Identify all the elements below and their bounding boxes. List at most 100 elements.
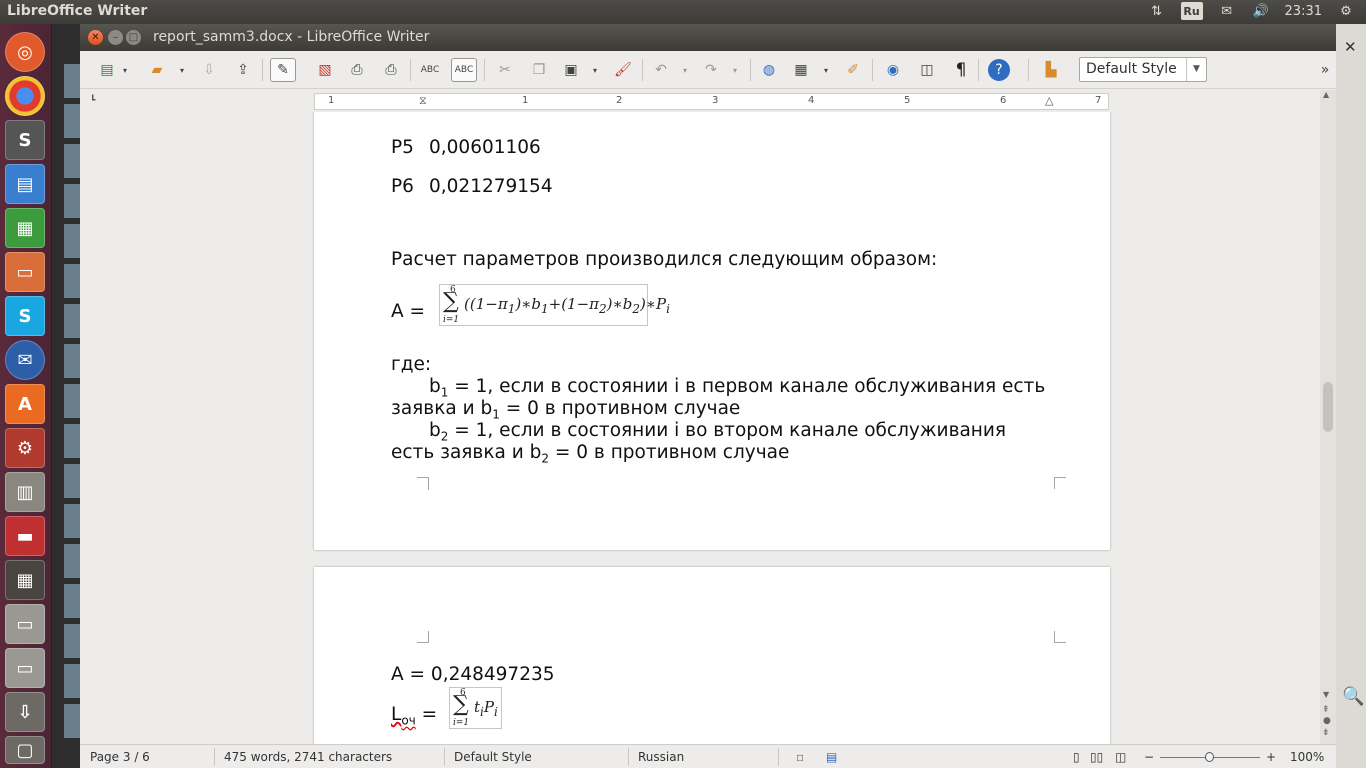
previous-page-icon[interactable]: ⇞: [1322, 705, 1330, 715]
save-icon[interactable]: ⇩: [196, 58, 222, 82]
toolbar-separator: [750, 59, 751, 81]
search-icon[interactable]: 🔍: [1342, 686, 1364, 707]
impress-icon[interactable]: ▭: [5, 252, 45, 292]
paste-icon[interactable]: ▣: [558, 58, 584, 82]
network-icon[interactable]: ⇅: [1147, 2, 1167, 20]
right-indent-marker-icon[interactable]: △: [1045, 94, 1053, 107]
sublime-text-icon[interactable]: S: [5, 120, 45, 160]
draw-functions-icon[interactable]: ✐: [840, 58, 866, 82]
scroll-up-icon[interactable]: ▲: [1323, 90, 1329, 99]
formula-a-object[interactable]: 6 ∑ i=1 ((1−π1)∗b1+(1−π2)∗b2)∗Pi: [439, 284, 670, 326]
styles-formatting-icon[interactable]: ▙: [1038, 58, 1064, 82]
status-bar: Page 3 / 6 475 words, 2741 characters De…: [80, 744, 1336, 768]
navigate-icon[interactable]: ●: [1323, 716, 1331, 726]
new-dropdown-arrow[interactable]: ▾: [123, 66, 127, 75]
a-result: A = 0,248497235: [391, 664, 555, 685]
indent-marker-icon[interactable]: ⧖: [419, 94, 427, 108]
gallery-icon[interactable]: ◫: [914, 58, 940, 82]
volume-icon[interactable]: 🔊: [1251, 2, 1271, 20]
open-dropdown-arrow[interactable]: ▾: [180, 66, 184, 75]
cut-icon[interactable]: ✂: [492, 58, 518, 82]
writer-icon[interactable]: ▤: [5, 164, 45, 204]
table-dropdown-arrow[interactable]: ▾: [824, 66, 828, 75]
drive-2-icon[interactable]: ▭: [5, 648, 45, 688]
export-pdf-icon[interactable]: ▧: [312, 58, 338, 82]
word-count[interactable]: 475 words, 2741 characters: [224, 750, 392, 764]
maximize-window-button[interactable]: □: [126, 30, 141, 45]
window-titlebar[interactable]: ✕ – □ report_samm3.docx - LibreOffice Wr…: [80, 24, 1366, 51]
clone-formatting-icon[interactable]: 🖌: [610, 58, 636, 82]
auto-spellcheck-icon[interactable]: ABC: [451, 58, 477, 82]
text-language[interactable]: Russian: [638, 750, 684, 764]
keyboard-layout-indicator[interactable]: Ru: [1180, 2, 1203, 20]
formatting-marks-icon[interactable]: ¶: [948, 58, 974, 82]
paste-dropdown-arrow[interactable]: ▾: [593, 66, 597, 75]
hyperlink-icon[interactable]: ◍: [756, 58, 782, 82]
page-style[interactable]: Default Style: [454, 750, 532, 764]
chrome-icon[interactable]: [5, 76, 45, 116]
launcher: ◎ S ▤ ▦ ▭ S ✉ A ⚙ ▥ ▬ ▦ ▭ ▭ ⇩ ▢: [0, 24, 52, 768]
vertical-scrollbar[interactable]: ▲ ▼ ⇞ ● ⇟: [1320, 90, 1336, 744]
next-page-icon[interactable]: ⇟: [1322, 728, 1330, 738]
redo-icon[interactable]: ↷: [698, 58, 724, 82]
document-page[interactable]: A = 0,248497235 Lоч = 6 ∑ i=1 tiPi: [314, 567, 1110, 744]
trash-icon[interactable]: ▢: [5, 736, 45, 764]
toolbar-overflow-icon[interactable]: »: [1312, 58, 1338, 82]
zoom-out-icon[interactable]: −: [1144, 750, 1154, 764]
single-page-view-icon[interactable]: ▯: [1073, 750, 1080, 764]
software-center-icon[interactable]: A: [5, 384, 45, 424]
thumbnail: [64, 304, 80, 338]
minimize-window-button[interactable]: –: [108, 30, 123, 45]
redo-dropdown-arrow[interactable]: ▾: [733, 66, 737, 75]
drive-icon[interactable]: ▭: [5, 604, 45, 644]
new-document-icon[interactable]: ▤: [94, 58, 120, 82]
insert-mode-icon[interactable]: ▫: [796, 750, 804, 764]
multi-page-view-icon[interactable]: ▯▯: [1090, 750, 1103, 764]
paragraph-style-dropdown[interactable]: Default Style ▼: [1079, 57, 1207, 82]
document-page[interactable]: P5 0,00601106 P6 0,021279154 Расчет пара…: [314, 112, 1110, 550]
navigator-icon[interactable]: ◉: [880, 58, 906, 82]
close-window-button[interactable]: ✕: [88, 30, 103, 45]
scrollbar-thumb[interactable]: [1323, 382, 1333, 432]
skype-icon[interactable]: S: [5, 296, 45, 336]
background-window-thumbnails: [52, 24, 80, 768]
book-view-icon[interactable]: ◫: [1115, 750, 1126, 764]
copy-icon[interactable]: ❐: [526, 58, 552, 82]
chevron-down-icon[interactable]: ▼: [1186, 58, 1206, 81]
page-counter[interactable]: Page 3 / 6: [90, 750, 150, 764]
open-folder-icon[interactable]: ▰: [144, 58, 170, 82]
text-run: b: [429, 376, 441, 397]
help-icon[interactable]: ?: [988, 59, 1010, 81]
horizontal-ruler[interactable]: 1 ⧖ 1 2 3 4 5 6 △ 7: [314, 93, 1109, 110]
scroll-down-icon[interactable]: ▼: [1323, 690, 1329, 699]
mail-icon[interactable]: ✉: [1217, 2, 1237, 20]
files-icon[interactable]: ▥: [5, 472, 45, 512]
print-preview-icon[interactable]: ⎙: [378, 58, 404, 82]
dash-home-icon[interactable]: ◎: [5, 32, 45, 72]
clock[interactable]: 23:31: [1285, 4, 1322, 19]
thunderbird-icon[interactable]: ✉: [5, 340, 45, 380]
zoom-slider-knob[interactable]: [1205, 752, 1214, 762]
close-document-icon[interactable]: ✕: [1344, 38, 1357, 56]
text-run: = 1, если в состоянии i во втором канале…: [448, 420, 1007, 441]
calc-icon[interactable]: ▦: [5, 208, 45, 248]
workspace-switcher-icon[interactable]: ▦: [5, 560, 45, 600]
export-icon[interactable]: ⇪: [230, 58, 256, 82]
settings-icon[interactable]: ⚙: [5, 428, 45, 468]
undo-dropdown-arrow[interactable]: ▾: [683, 66, 687, 75]
app-icon[interactable]: ▬: [5, 516, 45, 556]
undo-icon[interactable]: ↶: [648, 58, 674, 82]
spellcheck-icon[interactable]: ABC: [417, 58, 443, 82]
document-canvas[interactable]: P5 0,00601106 P6 0,021279154 Расчет пара…: [80, 112, 1320, 744]
formula-l-object[interactable]: 6 ∑ i=1 tiPi: [449, 687, 502, 729]
document-modified-icon[interactable]: ▤: [826, 750, 837, 764]
sum-lower: i=1: [453, 718, 470, 728]
thumbnail: [64, 224, 80, 258]
zoom-in-icon[interactable]: +: [1266, 750, 1276, 764]
table-icon[interactable]: ▦: [788, 58, 814, 82]
print-icon[interactable]: ⎙: [344, 58, 370, 82]
edit-mode-icon[interactable]: ✎: [270, 58, 296, 82]
usb-icon[interactable]: ⇩: [5, 692, 45, 732]
power-gear-icon[interactable]: ⚙: [1336, 2, 1356, 20]
zoom-level[interactable]: 100%: [1290, 750, 1324, 764]
